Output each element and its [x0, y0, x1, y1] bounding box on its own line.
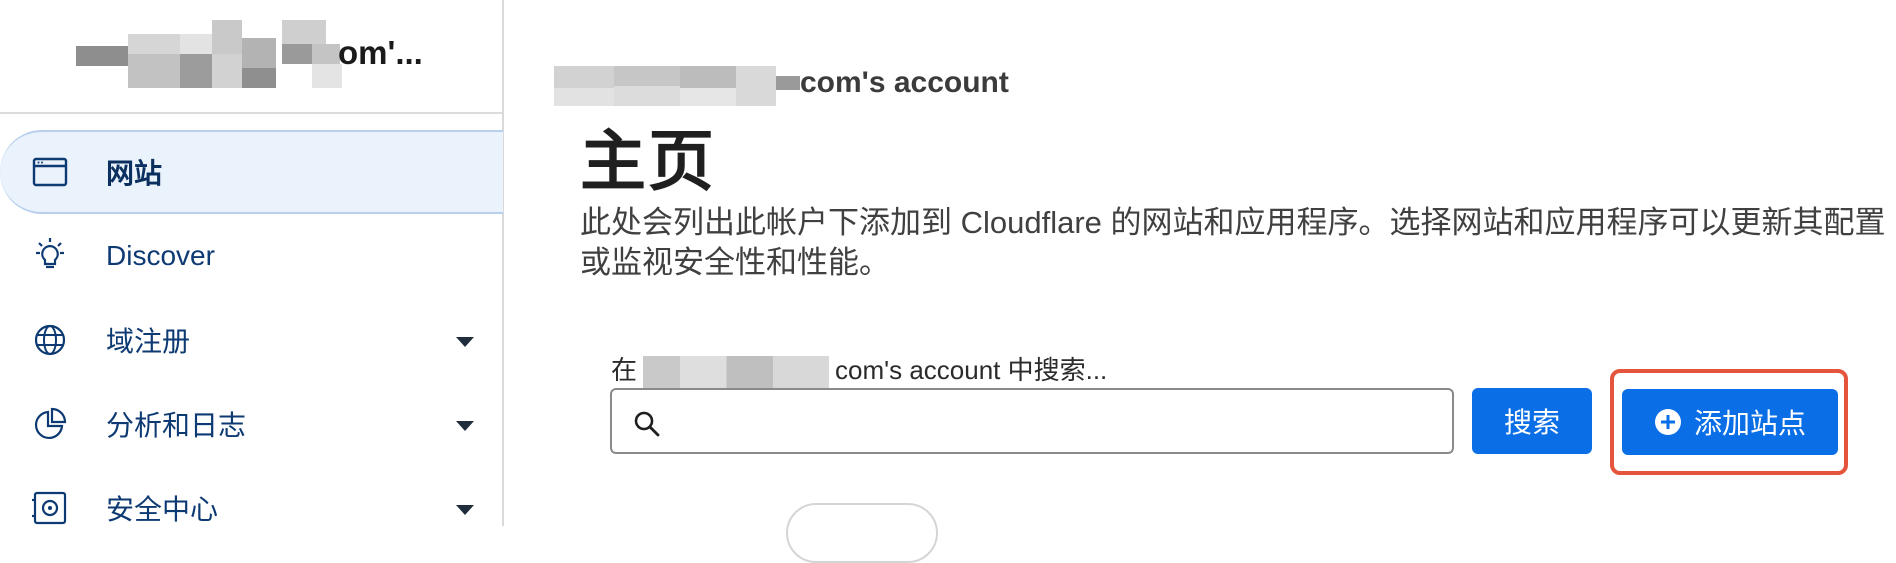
search-label: 在 com's account 中搜索...	[611, 350, 1108, 389]
partial-pill-button[interactable]	[786, 503, 938, 563]
sidebar-item-label: 网站	[106, 158, 163, 189]
lightbulb-icon	[36, 238, 64, 269]
sidebar-item-label: 域注册	[106, 326, 191, 357]
sidebar-item-label: 安全中心	[106, 494, 219, 525]
pie-chart-icon	[35, 407, 67, 439]
search-label-prefix: 在	[611, 355, 638, 385]
sidebar-item-domain-registration[interactable]: 域注册	[0, 298, 504, 382]
plus-circle-icon	[1654, 409, 1681, 435]
search-field[interactable]	[610, 388, 1454, 454]
sidebar-nav: 网站 Discover 域注册 分析和日志 安全中心	[0, 130, 504, 550]
safe-icon	[32, 491, 67, 525]
page-title: 主页	[580, 124, 716, 198]
chevron-down-icon[interactable]	[456, 337, 474, 347]
account-context: com's account	[800, 66, 1009, 99]
search-button[interactable]: 搜索	[1472, 388, 1592, 454]
sidebar-item-websites[interactable]: 网站	[0, 130, 503, 214]
sidebar-item-analytics-logs[interactable]: 分析和日志	[0, 382, 504, 466]
globe-icon	[34, 324, 66, 356]
sidebar: om'... 网站 Discover 域注册 分析和日志 安全中心	[0, 0, 504, 526]
sidebar-item-label: 分析和日志	[106, 410, 247, 441]
add-site-button[interactable]: 添加站点	[1622, 389, 1838, 455]
sidebar-item-label: Discover	[106, 240, 215, 271]
sidebar-item-discover[interactable]: Discover	[0, 214, 504, 298]
search-icon	[634, 411, 660, 437]
add-site-label: 添加站点	[1693, 408, 1806, 439]
page-description: 此处会列出此帐户下添加到 Cloudflare 的网站和应用程序。选择网站和应用…	[580, 205, 1886, 280]
search-input[interactable]	[674, 398, 1442, 444]
chevron-down-icon[interactable]	[456, 421, 474, 431]
account-name-text: om'...	[338, 34, 423, 71]
search-label-suffix: com's account 中搜索...	[835, 355, 1108, 385]
main-content: com's account 主页 此处会列出此帐户下添加到 Cloudflare…	[504, 0, 1896, 563]
browser-window-icon	[32, 157, 68, 187]
redacted-account-name	[643, 356, 830, 389]
chevron-down-icon[interactable]	[456, 505, 474, 515]
sidebar-item-security-center[interactable]: 安全中心	[0, 466, 504, 550]
account-switcher[interactable]: om'...	[0, 0, 502, 114]
